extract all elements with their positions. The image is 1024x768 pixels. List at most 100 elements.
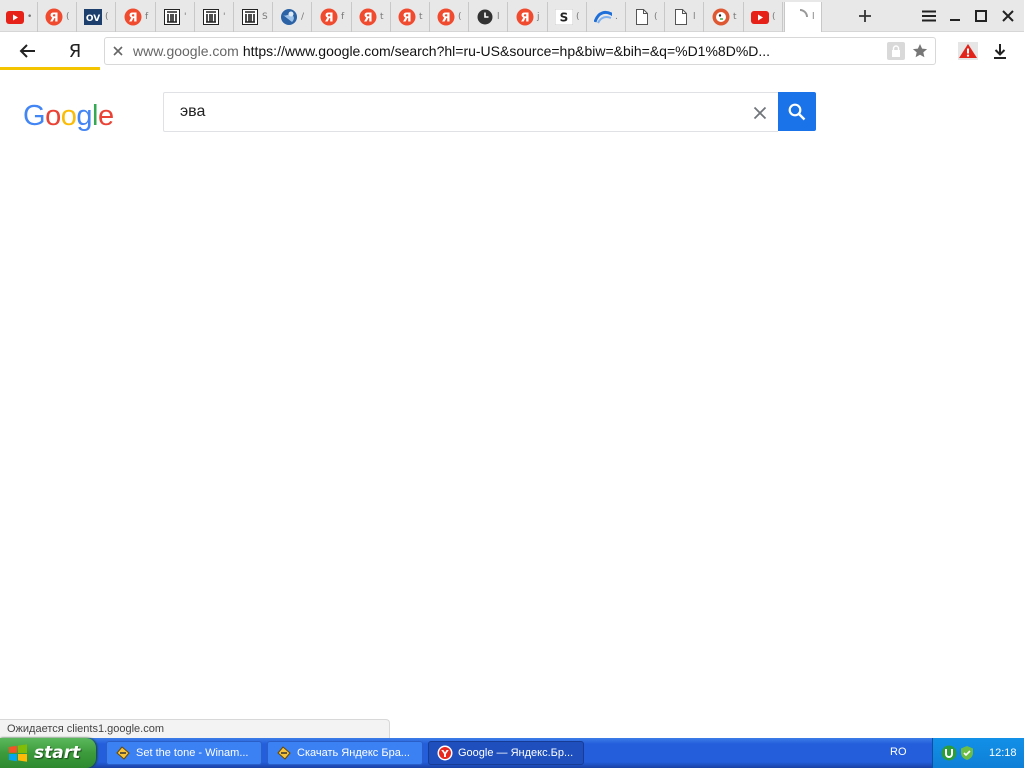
close-icon bbox=[753, 106, 767, 120]
browser-tab[interactable]: l bbox=[784, 2, 822, 32]
yandex-home-button[interactable]: Я bbox=[62, 39, 88, 63]
language-indicator[interactable]: RO bbox=[890, 746, 907, 758]
tab-title: ( bbox=[105, 12, 109, 22]
browser-tab[interactable]: . bbox=[588, 2, 626, 32]
svg-text:Я: Я bbox=[441, 11, 450, 25]
status-bar: Ожидается clients1.google.com bbox=[0, 719, 390, 738]
browser-tab[interactable]: Яt bbox=[353, 2, 391, 32]
s-logo-icon: S bbox=[555, 8, 573, 26]
tab-title: t bbox=[419, 12, 423, 22]
menu-button[interactable] bbox=[917, 4, 941, 28]
tab-title: t bbox=[733, 12, 737, 22]
tab-title: ( bbox=[576, 12, 580, 22]
browser-tab[interactable]: OV ( bbox=[78, 2, 116, 32]
page-load-progress bbox=[0, 67, 100, 70]
minimize-button[interactable] bbox=[943, 4, 967, 28]
browser-tab[interactable]: S( bbox=[549, 2, 587, 32]
close-icon bbox=[113, 46, 123, 56]
new-tab-button[interactable] bbox=[853, 4, 877, 28]
start-button[interactable]: start bbox=[0, 738, 96, 768]
svg-text:Я: Я bbox=[363, 11, 372, 25]
utorrent-icon[interactable] bbox=[941, 745, 957, 761]
svg-text:Y: Y bbox=[440, 749, 449, 760]
taskbar-button[interactable]: Скачать Яндекс Бра... bbox=[267, 741, 423, 765]
yandex-icon: Я bbox=[398, 8, 416, 26]
star-icon bbox=[912, 44, 928, 58]
svg-text:Я: Я bbox=[324, 11, 333, 25]
downloads-button[interactable] bbox=[987, 39, 1013, 63]
yandex-icon: Я bbox=[45, 8, 63, 26]
tab-title: S bbox=[262, 12, 268, 22]
lock-icon bbox=[892, 45, 900, 57]
tab-title: l bbox=[497, 12, 500, 22]
tab-strip: • Я(OV(Яf ' ' S / Яf Яt Яt Я(l Яj S(.(l t(l bbox=[0, 0, 1024, 32]
browser-tab[interactable]: l bbox=[666, 2, 704, 32]
browser-tab[interactable]: • bbox=[0, 2, 38, 32]
bookmark-button[interactable] bbox=[911, 42, 929, 60]
address-bar[interactable]: www.google.com https://www.google.com/se… bbox=[104, 37, 936, 65]
browser-tab[interactable]: Яf bbox=[314, 2, 352, 32]
browser-tab[interactable]: ' bbox=[157, 2, 195, 32]
close-icon bbox=[1002, 10, 1014, 22]
yandex-icon: Я bbox=[437, 8, 455, 26]
tab-title: ( bbox=[66, 12, 70, 22]
globe-icon bbox=[280, 8, 298, 26]
browser-tab[interactable]: Яf bbox=[118, 2, 156, 32]
address-url[interactable]: https://www.google.com/search?hl=ru-US&s… bbox=[243, 43, 863, 59]
stop-loading-button[interactable] bbox=[105, 38, 131, 64]
protect-warning-button[interactable] bbox=[955, 39, 981, 63]
taskbar-button[interactable]: Y Google — Яндекс.Бр... bbox=[428, 741, 584, 765]
tab-title: j bbox=[537, 12, 540, 22]
svg-text:S: S bbox=[560, 11, 569, 25]
search-button[interactable] bbox=[778, 92, 816, 131]
browser-tab[interactable]: ( bbox=[745, 2, 783, 32]
google-logo[interactable]: Google bbox=[23, 100, 114, 133]
address-domain: www.google.com bbox=[133, 43, 239, 59]
browser-tab[interactable]: Яj bbox=[510, 2, 548, 32]
logo-letter: o bbox=[45, 100, 61, 132]
browser-tab[interactable]: Я( bbox=[431, 2, 469, 32]
svg-text:Я: Я bbox=[520, 11, 529, 25]
browser-tab[interactable]: ( bbox=[627, 2, 665, 32]
tab-title: . bbox=[615, 12, 618, 22]
page-icon bbox=[633, 8, 651, 26]
search-icon bbox=[788, 103, 806, 120]
youtube-icon bbox=[6, 8, 24, 26]
tab-title: ( bbox=[772, 12, 776, 22]
browser-tab[interactable]: Яt bbox=[392, 2, 430, 32]
museum-icon bbox=[241, 8, 259, 26]
start-label: start bbox=[34, 743, 81, 763]
tab-title: / bbox=[301, 12, 305, 22]
windows-taskbar: start Set the tone - Winam... Скачать Янд… bbox=[0, 738, 1024, 768]
network-shield-icon[interactable] bbox=[960, 745, 974, 761]
system-tray: 12:18 bbox=[932, 738, 1024, 768]
taskbar-button[interactable]: Set the tone - Winam... bbox=[106, 741, 262, 765]
browser-tab[interactable]: l bbox=[470, 2, 508, 32]
browser-tab[interactable]: Я( bbox=[39, 2, 77, 32]
tab-title: l bbox=[812, 12, 815, 22]
browser-tab[interactable]: S bbox=[235, 2, 273, 32]
youtube-icon bbox=[751, 8, 769, 26]
search-box bbox=[163, 92, 778, 132]
browser-tab[interactable]: / bbox=[274, 2, 312, 32]
taskbar-button-label: Скачать Яндекс Бра... bbox=[297, 747, 410, 759]
logo-letter: G bbox=[23, 100, 46, 132]
clock: 12:18 bbox=[989, 747, 1017, 759]
svg-text:Я: Я bbox=[49, 11, 58, 25]
search-input[interactable] bbox=[180, 101, 740, 123]
page-icon bbox=[672, 8, 690, 26]
windows-logo-icon bbox=[9, 744, 27, 762]
lock-button[interactable] bbox=[887, 42, 905, 60]
tab-title: l bbox=[693, 12, 696, 22]
yandex-icon: Я bbox=[359, 8, 377, 26]
navigation-bar: Я www.google.com https://www.google.com/… bbox=[0, 32, 1024, 70]
clock-icon bbox=[476, 8, 494, 26]
browser-tab[interactable]: t bbox=[706, 2, 744, 32]
close-window-button[interactable] bbox=[996, 4, 1020, 28]
museum-icon bbox=[163, 8, 181, 26]
clear-search-button[interactable] bbox=[748, 101, 772, 125]
browser-tab[interactable]: ' bbox=[196, 2, 234, 32]
back-button[interactable] bbox=[14, 39, 40, 63]
maximize-button[interactable] bbox=[969, 4, 993, 28]
tab-title: • bbox=[27, 12, 33, 22]
